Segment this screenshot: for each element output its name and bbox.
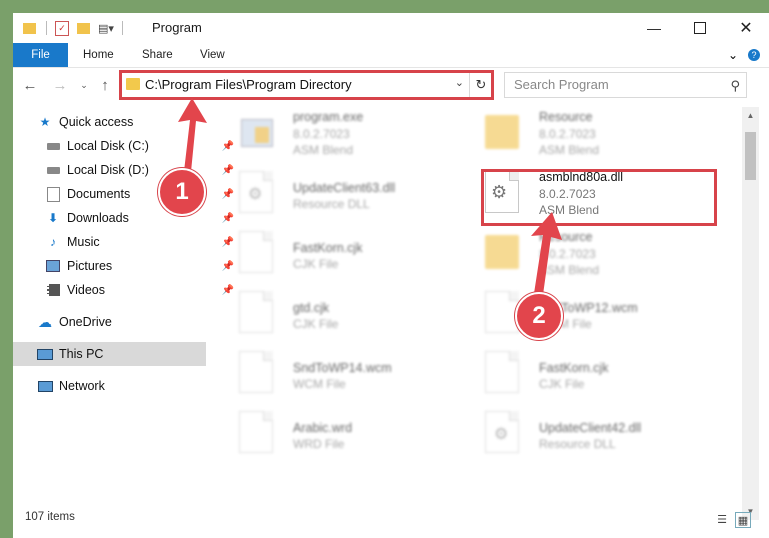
callout-badge-1: 1 (158, 168, 206, 216)
callout-badge-2: 2 (515, 292, 563, 340)
callout-arrows (178, 98, 562, 302)
arrow-2 (531, 212, 562, 302)
